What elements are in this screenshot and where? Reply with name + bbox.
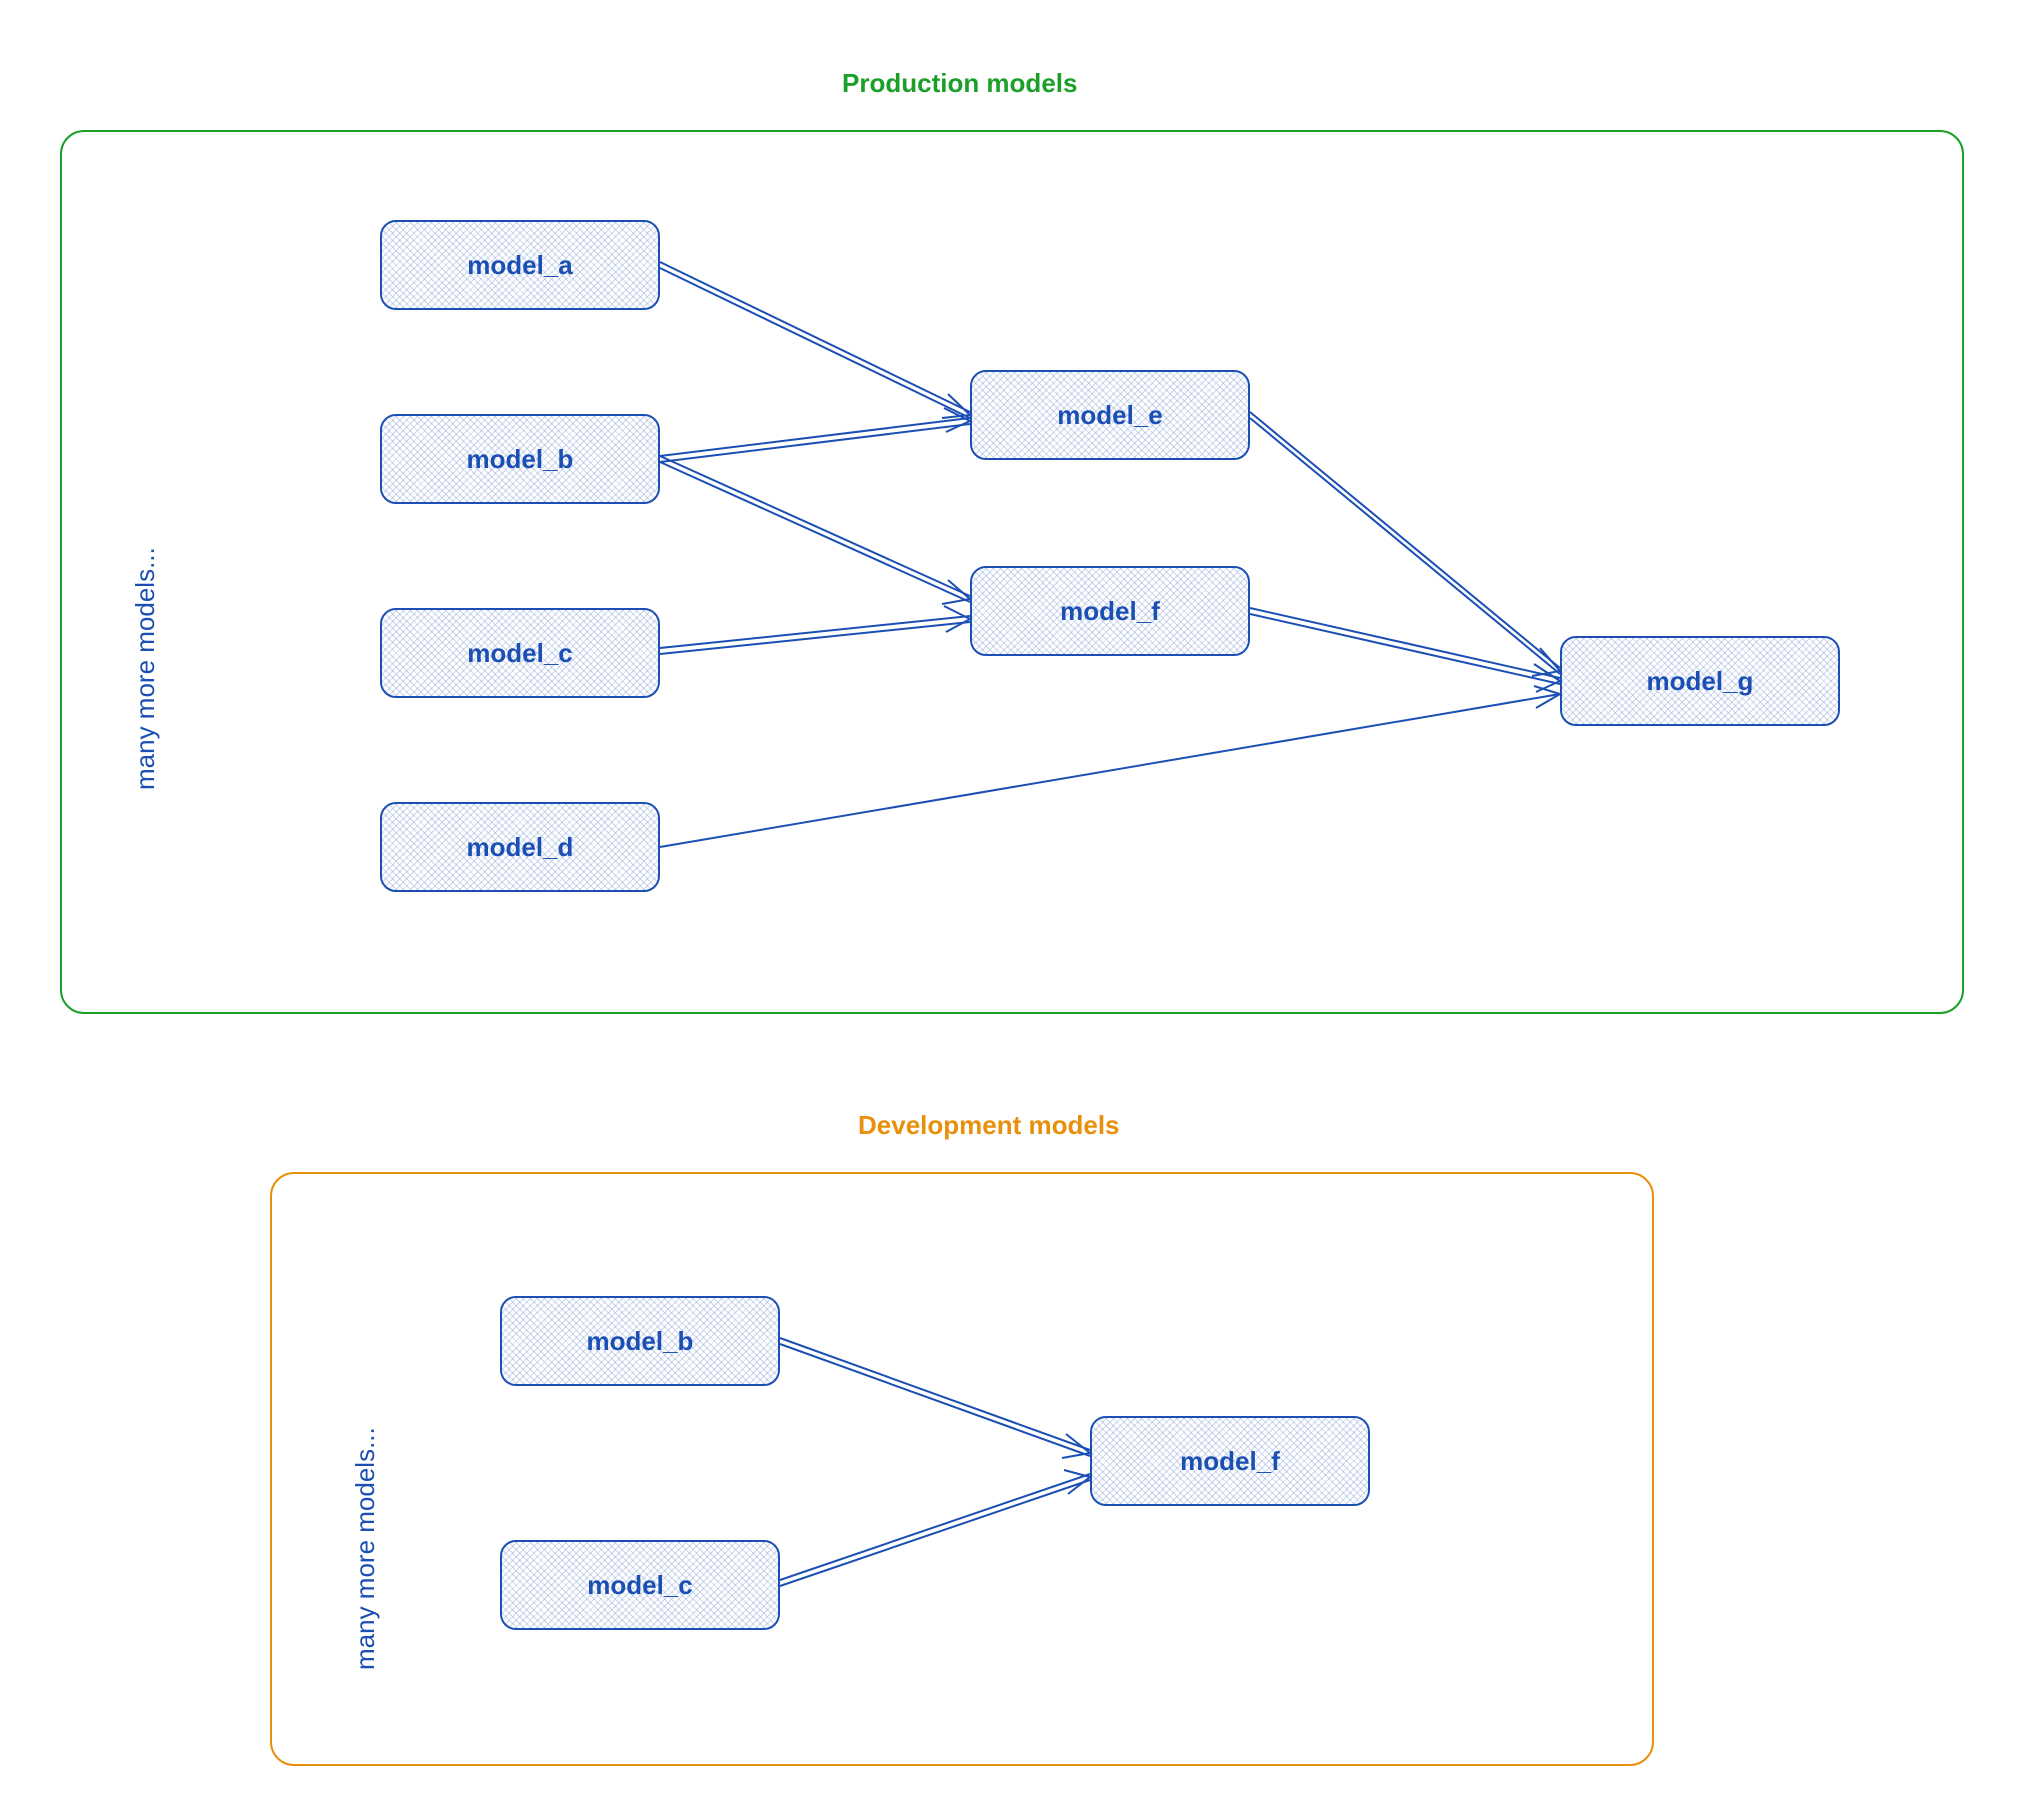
node-label: model_f	[1180, 1446, 1280, 1477]
development-title: Development models	[858, 1110, 1120, 1141]
node-model-a: model_a	[380, 220, 660, 310]
node-label: model_c	[587, 1570, 693, 1601]
node-model-e: model_e	[970, 370, 1250, 460]
production-side-note: many more models...	[130, 547, 161, 790]
node-label: model_d	[467, 832, 574, 863]
node-model-b: model_b	[380, 414, 660, 504]
development-side-note: many more models...	[350, 1427, 381, 1670]
node-label: model_a	[467, 250, 573, 281]
node-model-d: model_d	[380, 802, 660, 892]
node-label: model_c	[467, 638, 573, 669]
node-model-c: model_c	[380, 608, 660, 698]
node-dev-model-b: model_b	[500, 1296, 780, 1386]
production-title: Production models	[842, 68, 1077, 99]
development-box	[270, 1172, 1654, 1766]
node-dev-model-f: model_f	[1090, 1416, 1370, 1506]
node-label: model_b	[467, 444, 574, 475]
diagram-canvas: Production models many more models... mo…	[0, 0, 2024, 1818]
node-label: model_e	[1057, 400, 1163, 431]
node-model-g: model_g	[1560, 636, 1840, 726]
node-label: model_g	[1647, 666, 1754, 697]
node-label: model_b	[587, 1326, 694, 1357]
node-dev-model-c: model_c	[500, 1540, 780, 1630]
node-label: model_f	[1060, 596, 1160, 627]
node-model-f: model_f	[970, 566, 1250, 656]
